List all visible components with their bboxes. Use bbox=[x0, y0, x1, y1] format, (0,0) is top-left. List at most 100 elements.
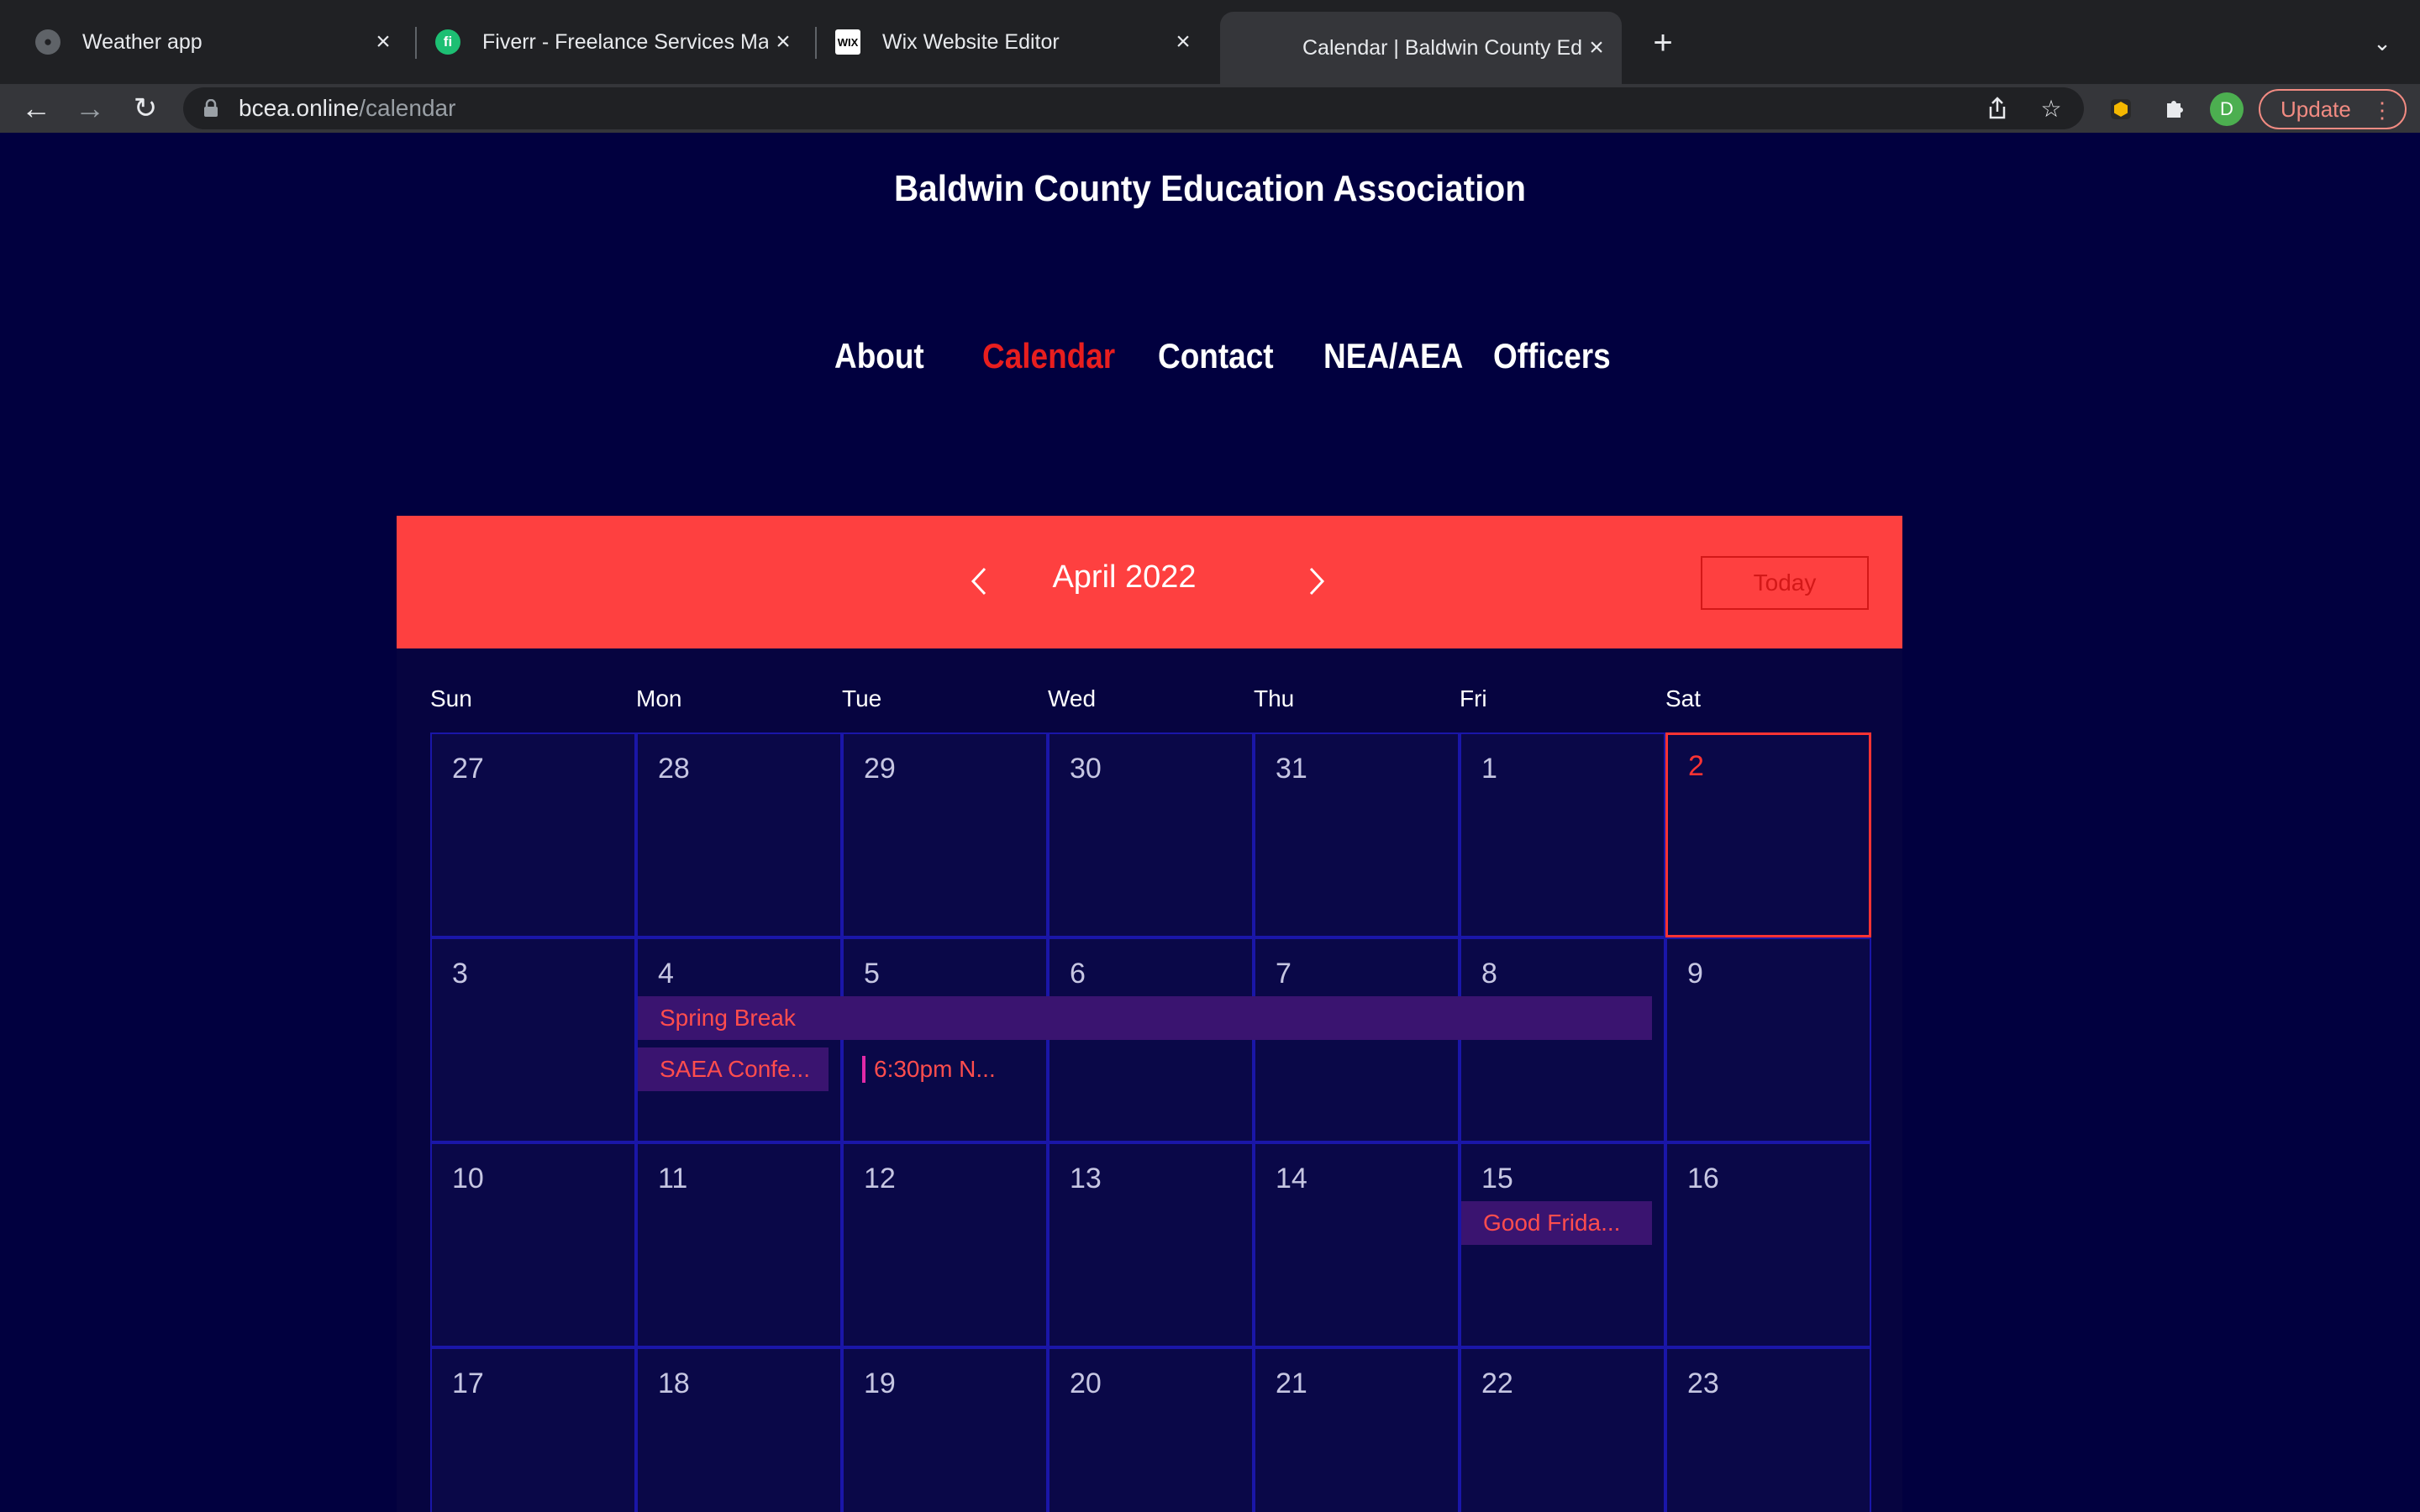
wix-icon: WIX bbox=[835, 29, 860, 55]
day-number: 20 bbox=[1070, 1368, 1102, 1399]
day-number: 13 bbox=[1070, 1163, 1102, 1194]
calendar-day-cell[interactable]: 23 bbox=[1665, 1347, 1871, 1512]
close-icon[interactable]: × bbox=[368, 27, 398, 57]
calendar-day-cell[interactable]: 14 bbox=[1254, 1142, 1460, 1347]
calendar-day-cell[interactable]: 28 bbox=[636, 732, 842, 937]
calendar-day-cell[interactable]: 3 bbox=[430, 937, 636, 1142]
day-number: 30 bbox=[1070, 753, 1102, 785]
day-number: 5 bbox=[864, 958, 880, 990]
calendar-day-cell[interactable]: 15 bbox=[1460, 1142, 1665, 1347]
browser-tabstrip: ● Weather app × fi Fiverr - Freelance Se… bbox=[0, 0, 2420, 84]
day-number: 16 bbox=[1687, 1163, 1719, 1194]
calendar-day-cell[interactable]: 20 bbox=[1048, 1347, 1254, 1512]
day-number: 15 bbox=[1481, 1163, 1513, 1194]
extension-cube-icon[interactable] bbox=[2102, 91, 2139, 128]
today-button[interactable]: Today bbox=[1701, 556, 1869, 610]
day-number: 1 bbox=[1481, 753, 1497, 785]
nav-officers[interactable]: Officers bbox=[1493, 336, 1611, 376]
calendar-month-label: April 2022 bbox=[1052, 559, 1197, 595]
calendar-day-cell[interactable]: 29 bbox=[842, 732, 1048, 937]
day-number: 28 bbox=[658, 753, 690, 785]
calendar-day-cell[interactable]: 9 bbox=[1665, 937, 1871, 1142]
day-number: 3 bbox=[452, 958, 468, 990]
day-number: 7 bbox=[1276, 958, 1292, 990]
close-icon[interactable]: × bbox=[1581, 33, 1612, 63]
calendar-day-cell[interactable]: 18 bbox=[636, 1347, 842, 1512]
calendar-day-cell[interactable]: 11 bbox=[636, 1142, 842, 1347]
calendar-day-cell[interactable]: 30 bbox=[1048, 732, 1254, 937]
browser-tab-calendar[interactable]: Calendar | Baldwin County Education Asso… bbox=[1220, 12, 1622, 84]
day-number: 27 bbox=[452, 753, 484, 785]
browser-tab-wix[interactable]: WIX Wix Website Editor × bbox=[800, 12, 1208, 72]
fiverr-icon: fi bbox=[435, 29, 460, 55]
weekday-label: Wed bbox=[1048, 685, 1097, 711]
calendar-day-cell[interactable]: 13 bbox=[1048, 1142, 1254, 1347]
bookmark-star-icon[interactable]: ☆ bbox=[2033, 91, 2069, 126]
day-number: 9 bbox=[1687, 958, 1703, 990]
share-icon[interactable] bbox=[1980, 91, 2015, 126]
browser-toolbar: ← → ↻ bcea.online/calendar ☆ D Update ⋮ bbox=[0, 84, 2420, 133]
calendar-day-cell[interactable]: 31 bbox=[1254, 732, 1460, 937]
calendar-day-cell[interactable]: 10 bbox=[430, 1142, 636, 1347]
url-text: bcea.online/calendar bbox=[239, 95, 455, 122]
calendar-day-cell[interactable]: 16 bbox=[1665, 1142, 1871, 1347]
weekday-label: Sun bbox=[430, 685, 472, 711]
calendar-header: April 2022 Today bbox=[397, 516, 1902, 648]
calendar-day-cell[interactable]: 7 bbox=[1254, 937, 1460, 1142]
day-number: 21 bbox=[1276, 1368, 1307, 1399]
nav-about[interactable]: About bbox=[834, 336, 924, 376]
address-bar[interactable]: bcea.online/calendar ☆ bbox=[183, 87, 2084, 129]
day-number: 29 bbox=[864, 753, 896, 785]
calendar-day-cell[interactable]: 27 bbox=[430, 732, 636, 937]
calendar-event[interactable]: SAEA Confe... bbox=[638, 1047, 829, 1091]
calendar-day-cell[interactable]: 8 bbox=[1460, 937, 1665, 1142]
close-icon[interactable]: × bbox=[1168, 27, 1198, 57]
browser-tab-weather[interactable]: ● Weather app × bbox=[0, 12, 408, 72]
calendar-day-cell[interactable]: 17 bbox=[430, 1347, 636, 1512]
extensions-puzzle-icon[interactable] bbox=[2156, 91, 2193, 128]
nav-nea-aea[interactable]: NEA/AEA bbox=[1323, 336, 1463, 376]
browser-tab-fiverr[interactable]: fi Fiverr - Freelance Services Marketpla… bbox=[400, 12, 808, 72]
calendar-event[interactable]: Good Frida... bbox=[1461, 1201, 1652, 1245]
calendar-day-cell[interactable]: 19 bbox=[842, 1347, 1048, 1512]
calendar-event[interactable]: 6:30pm N... bbox=[862, 1047, 1034, 1091]
calendar-day-cell[interactable]: 5 bbox=[842, 937, 1048, 1142]
chevron-right-icon bbox=[1309, 567, 1325, 596]
reload-button[interactable]: ↻ bbox=[124, 87, 166, 129]
close-icon[interactable]: × bbox=[768, 27, 798, 57]
update-label: Update bbox=[2281, 96, 2351, 122]
day-number: 23 bbox=[1687, 1368, 1719, 1399]
day-number: 22 bbox=[1481, 1368, 1513, 1399]
calendar-day-cell[interactable]: 12 bbox=[842, 1142, 1048, 1347]
weekday-label: Tue bbox=[842, 685, 882, 711]
day-number: 18 bbox=[658, 1368, 690, 1399]
tab-title: Weather app bbox=[82, 29, 203, 54]
calendar-day-cell[interactable]: 21 bbox=[1254, 1347, 1460, 1512]
back-button[interactable]: ← bbox=[15, 87, 57, 129]
tab-title: Calendar | Baldwin County Education Asso… bbox=[1302, 35, 1581, 60]
next-month-button[interactable] bbox=[1296, 558, 1338, 605]
forward-button[interactable]: → bbox=[69, 87, 111, 129]
url-domain: bcea.online bbox=[239, 95, 360, 121]
new-tab-button[interactable]: + bbox=[1642, 22, 1684, 64]
update-button[interactable]: Update ⋮ bbox=[2259, 89, 2407, 129]
calendar-day-cell-today[interactable]: 2 bbox=[1665, 732, 1871, 937]
nav-contact[interactable]: Contact bbox=[1158, 336, 1274, 376]
calendar-day-cell[interactable]: 6 bbox=[1048, 937, 1254, 1142]
profile-avatar[interactable]: D bbox=[2210, 92, 2244, 126]
tab-title: Fiverr - Freelance Services Marketplace bbox=[482, 29, 768, 54]
day-number: 31 bbox=[1276, 753, 1307, 785]
day-number: 12 bbox=[864, 1163, 896, 1194]
weekday-label: Fri bbox=[1460, 685, 1487, 711]
day-number: 17 bbox=[452, 1368, 484, 1399]
calendar-day-cell[interactable]: 22 bbox=[1460, 1347, 1665, 1512]
calendar-day-cell[interactable]: 4 bbox=[636, 937, 842, 1142]
day-number: 19 bbox=[864, 1368, 896, 1399]
lock-icon bbox=[203, 98, 218, 118]
day-number: 2 bbox=[1688, 750, 1704, 782]
calendar-day-cell[interactable]: 1 bbox=[1460, 732, 1665, 937]
tab-search-button[interactable]: ⌄ bbox=[2361, 22, 2403, 64]
calendar-body: Sun Mon Tue Wed Thu Fri Sat 27 28 29 30 31 1 2 3 4 5 6 7 8… bbox=[397, 648, 1902, 1512]
nav-calendar[interactable]: Calendar bbox=[982, 336, 1115, 376]
calendar-event[interactable]: Spring Break bbox=[638, 996, 1652, 1040]
